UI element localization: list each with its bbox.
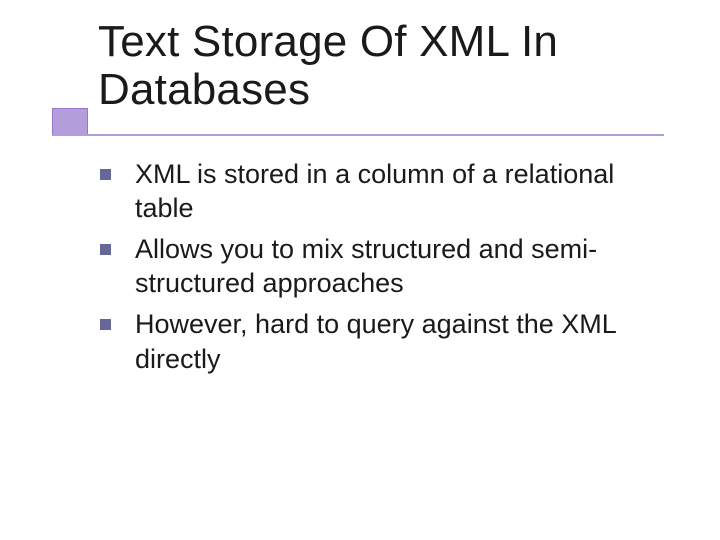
bullet-text: Allows you to mix structured and semi-st…	[135, 232, 675, 301]
accent-block	[52, 108, 88, 136]
slide-title: Text Storage Of XML In Databases	[98, 18, 680, 115]
list-item: XML is stored in a column of a relationa…	[100, 157, 680, 226]
slide: Text Storage Of XML In Databases XML is …	[0, 0, 720, 540]
square-bullet-icon	[100, 244, 111, 255]
list-item: Allows you to mix structured and semi-st…	[100, 232, 680, 301]
bullet-text: XML is stored in a column of a relationa…	[135, 157, 675, 226]
list-item: However, hard to query against the XML d…	[100, 307, 680, 376]
slide-body: XML is stored in a column of a relationa…	[100, 157, 680, 376]
accent-underline	[52, 134, 664, 136]
bullet-text: However, hard to query against the XML d…	[135, 307, 675, 376]
square-bullet-icon	[100, 319, 111, 330]
square-bullet-icon	[100, 169, 111, 180]
